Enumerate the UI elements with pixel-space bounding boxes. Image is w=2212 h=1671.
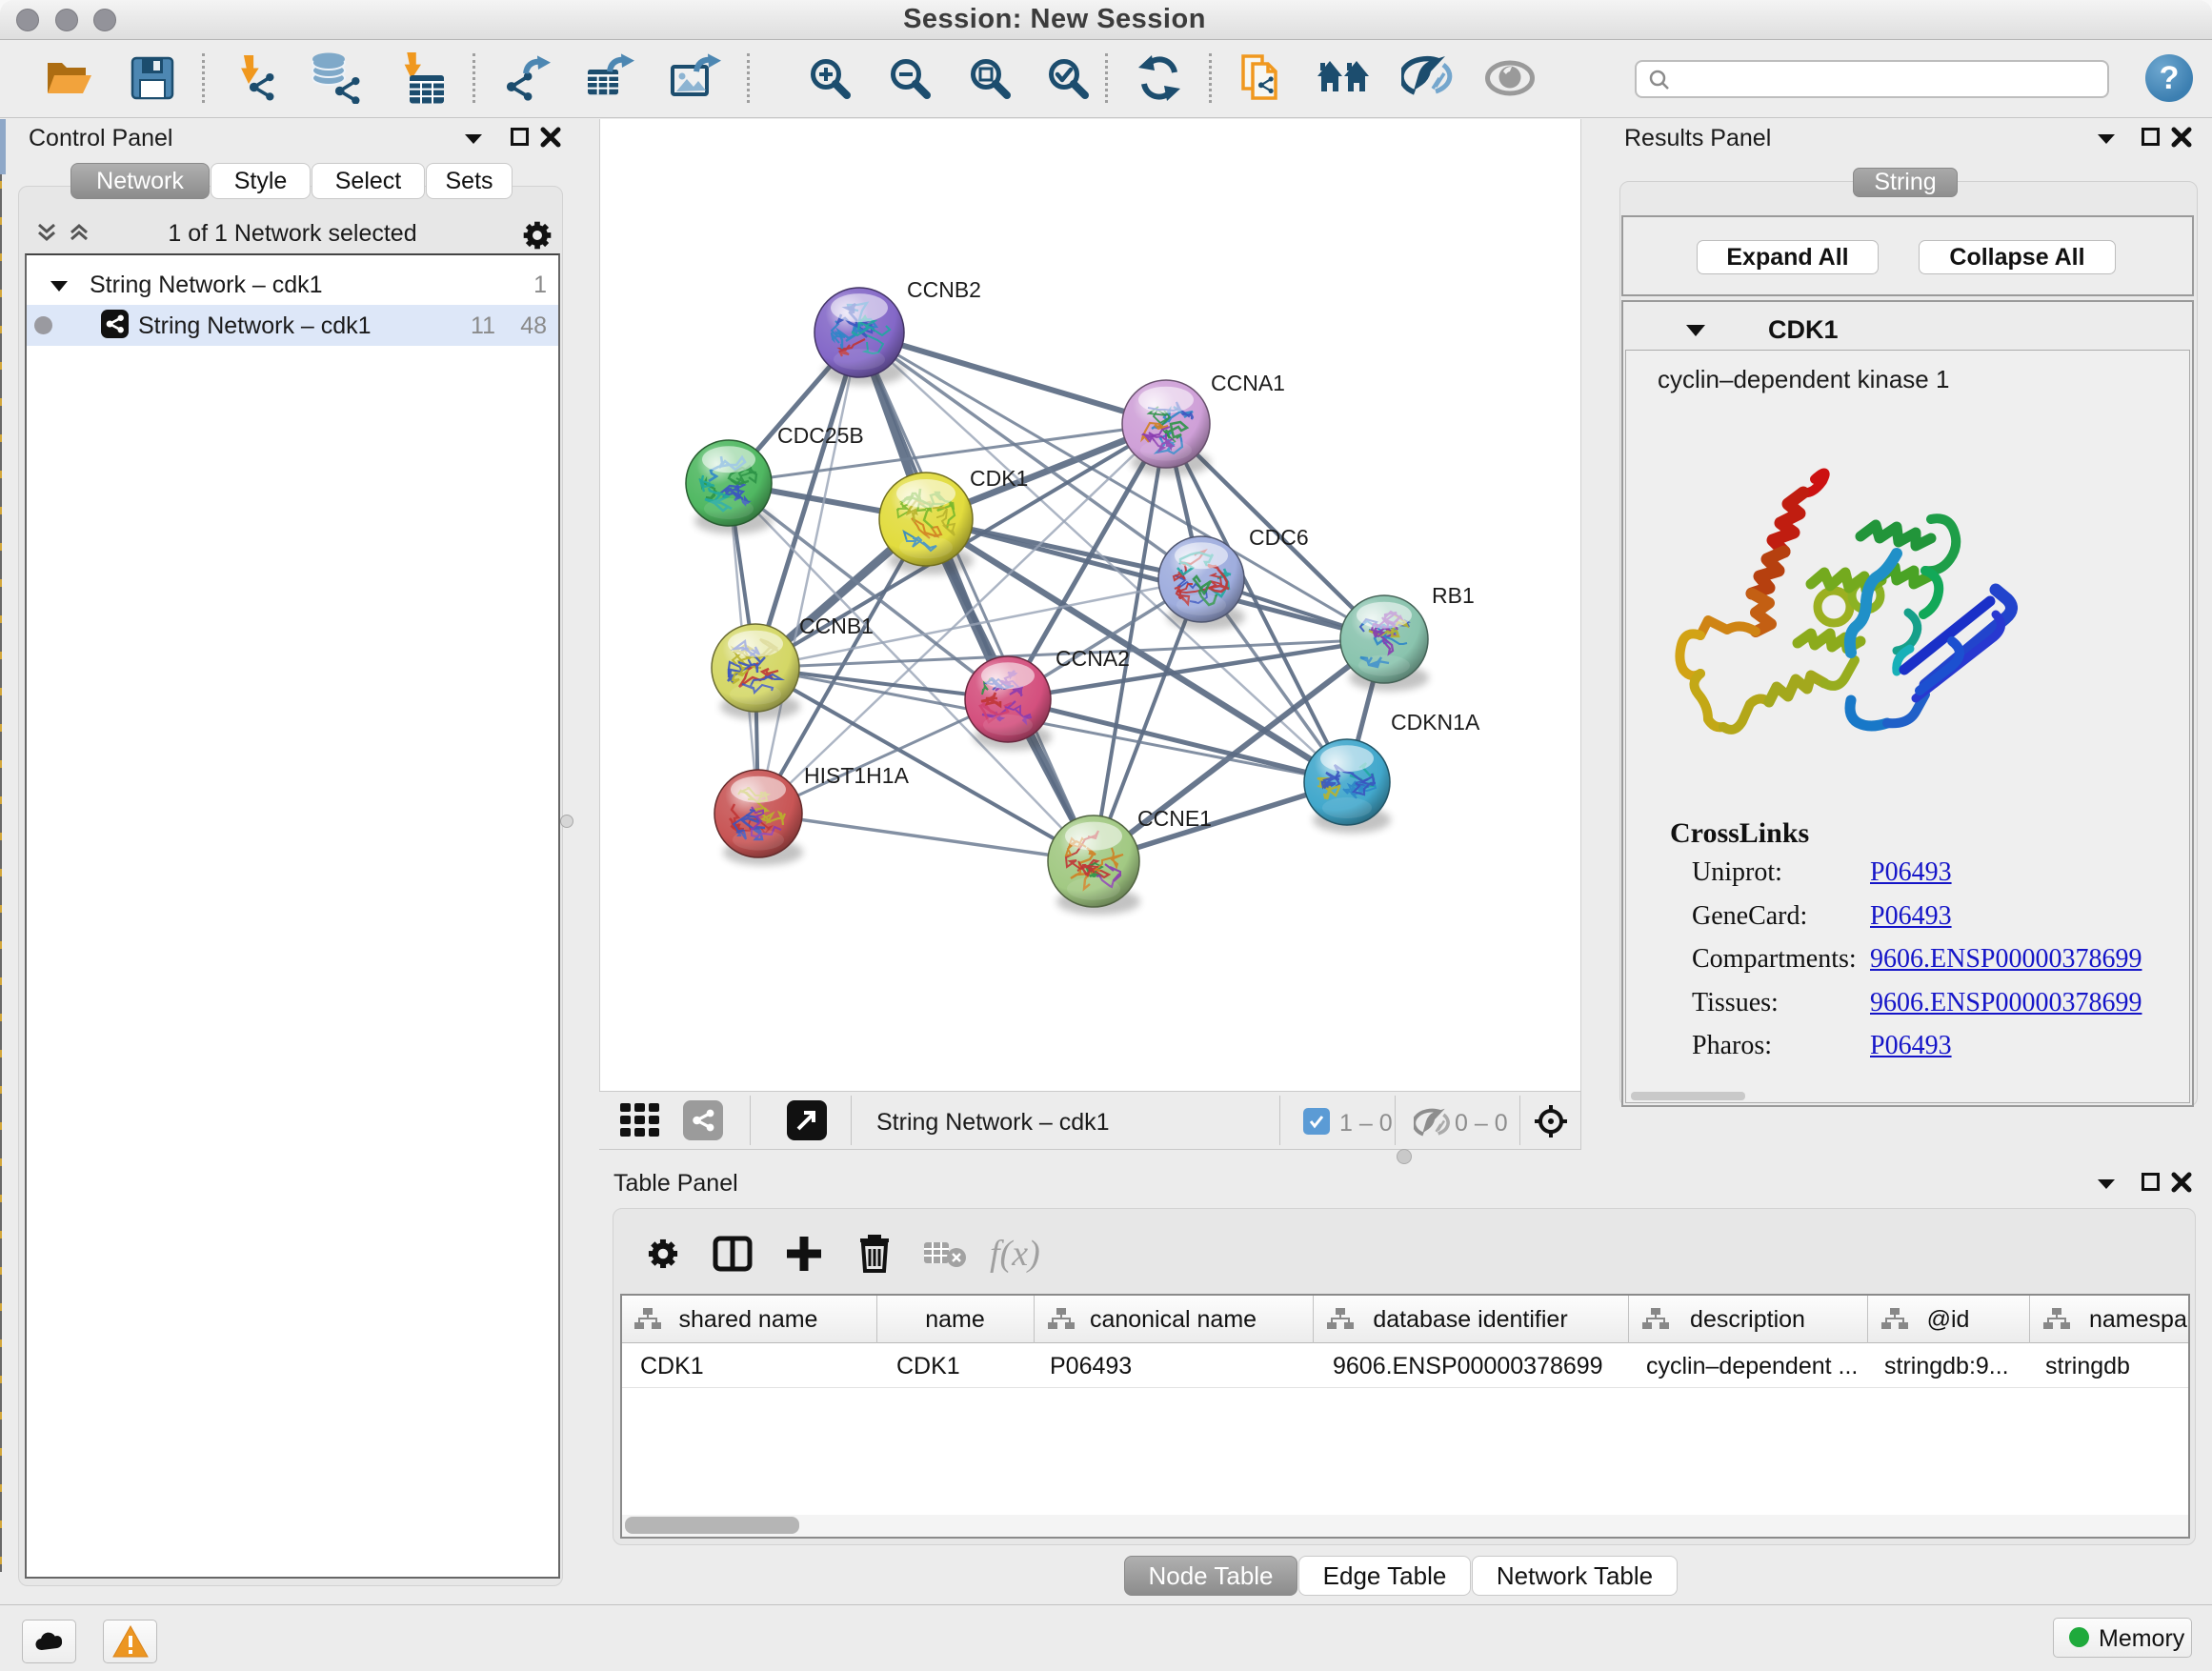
- svg-text:CCNA2: CCNA2: [1056, 646, 1130, 671]
- svg-text:CCNB2: CCNB2: [907, 277, 981, 302]
- svg-text:CDC6: CDC6: [1249, 525, 1309, 550]
- svg-text:CDC25B: CDC25B: [777, 423, 864, 448]
- svg-text:RB1: RB1: [1432, 583, 1475, 608]
- svg-text:CCNA1: CCNA1: [1211, 371, 1285, 395]
- svg-text:HIST1H1A: HIST1H1A: [804, 763, 910, 788]
- svg-text:CCNB1: CCNB1: [799, 614, 874, 638]
- svg-text:CDKN1A: CDKN1A: [1391, 710, 1480, 735]
- svg-text:CDK1: CDK1: [970, 466, 1028, 491]
- svg-text:CCNE1: CCNE1: [1137, 806, 1212, 831]
